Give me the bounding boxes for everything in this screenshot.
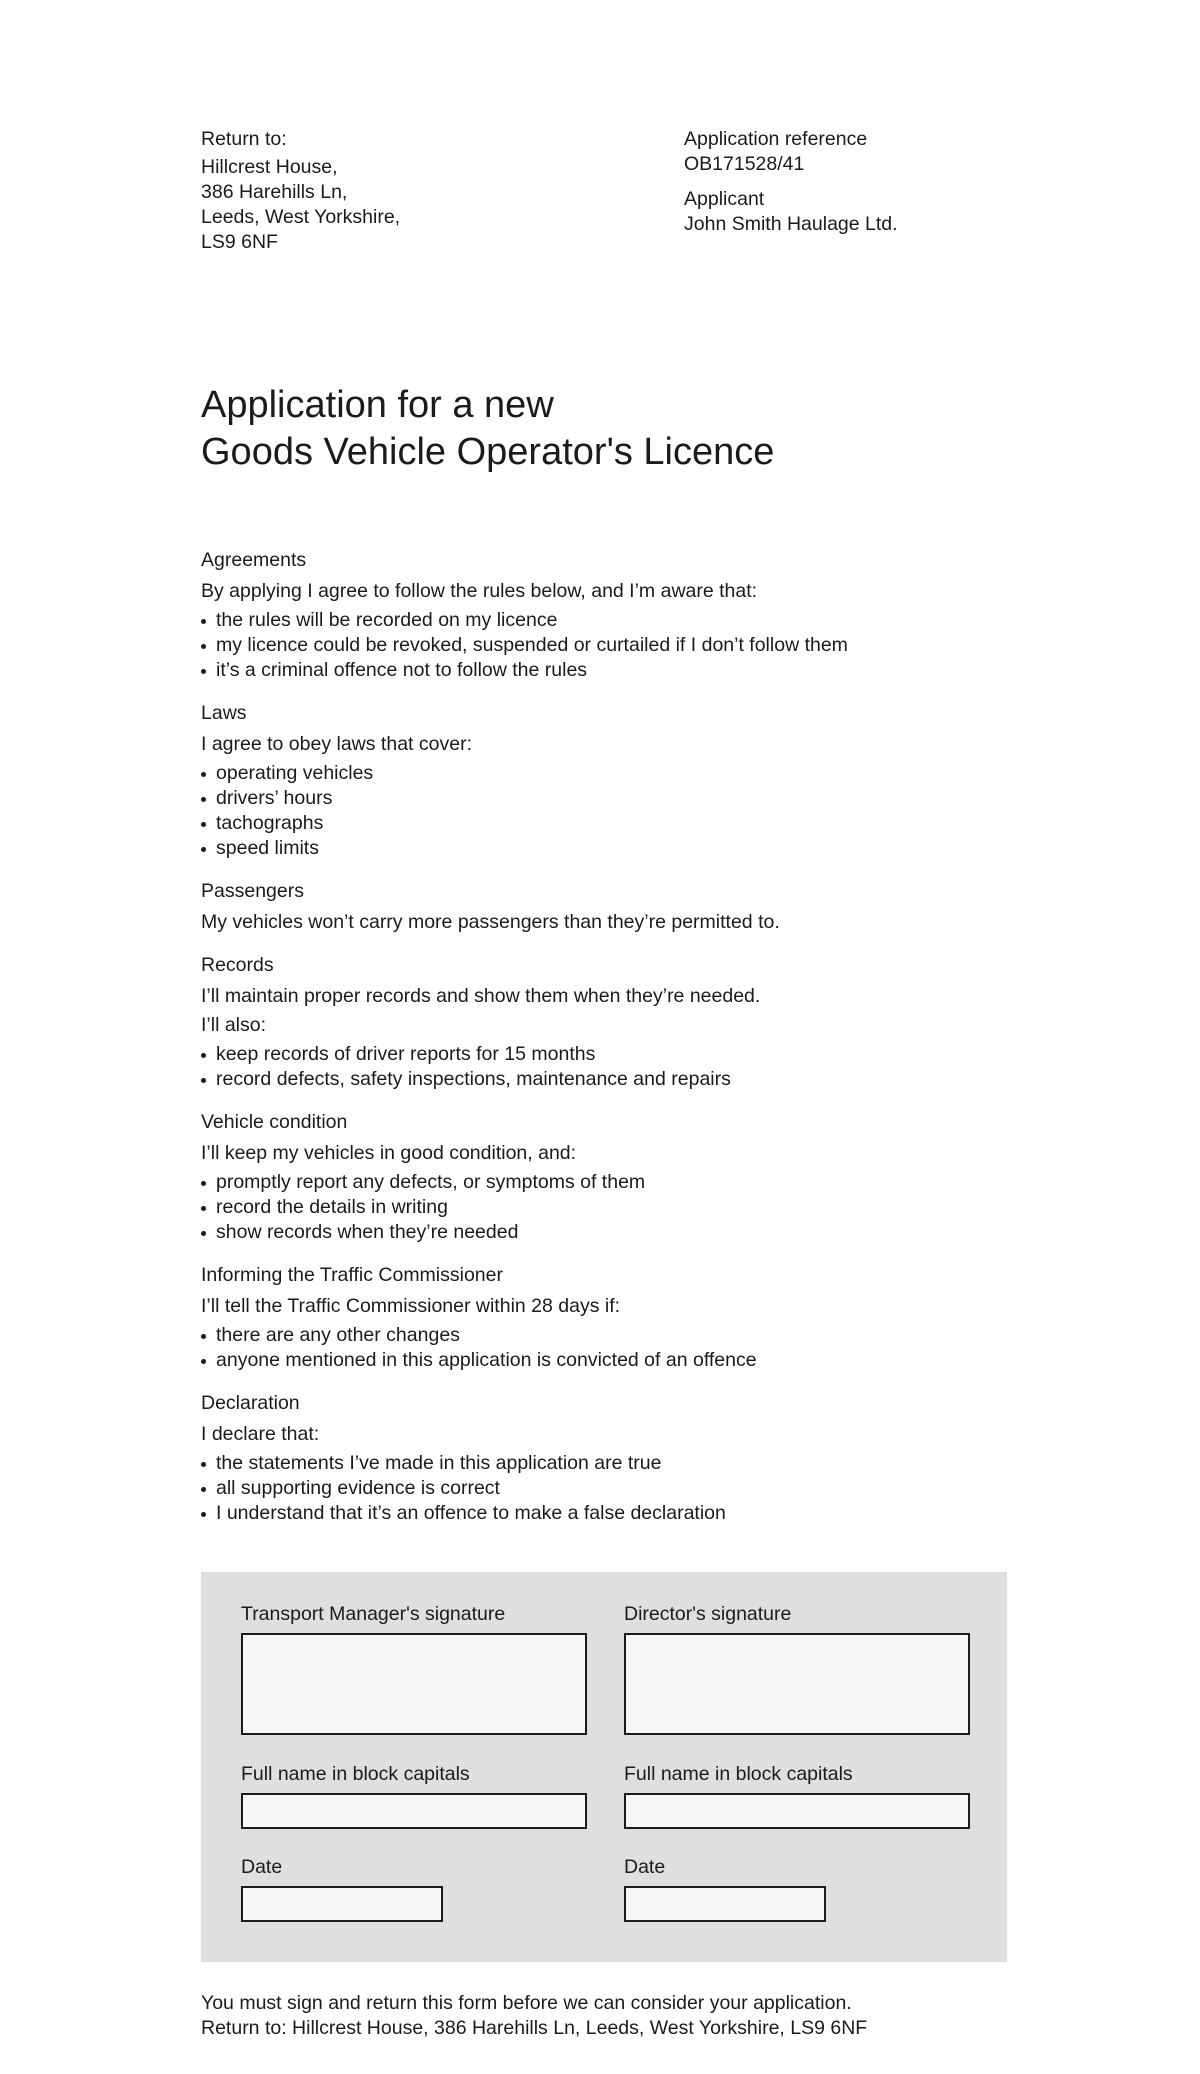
return-address: Hillcrest House, 386 Harehills Ln, Leeds… xyxy=(201,155,621,255)
page-title-line1: Application for a new xyxy=(201,384,554,426)
page-title-line2: Goods Vehicle Operator's Licence xyxy=(201,431,775,473)
section-declaration: Declaration I declare that: the statemen… xyxy=(201,1391,1007,1526)
director-name-field[interactable] xyxy=(624,1793,970,1829)
list-item: operating vehicles xyxy=(201,761,1007,786)
director-name-label: Full name in block capitals xyxy=(624,1763,853,1785)
director-signature-field[interactable] xyxy=(624,1633,970,1735)
bullet-list: promptly report any defects, or symptoms… xyxy=(201,1170,1007,1245)
footer-line: You must sign and return this form befor… xyxy=(201,1992,852,2014)
transport-manager-signature-label: Transport Manager's signature xyxy=(241,1603,506,1625)
address-line: Hillcrest House, xyxy=(201,156,338,178)
list-item: keep records of driver reports for 15 mo… xyxy=(201,1042,1007,1067)
list-item: promptly report any defects, or symptoms… xyxy=(201,1170,1007,1195)
section-heading: Declaration xyxy=(201,1392,300,1414)
address-line: 386 Harehills Ln, xyxy=(201,181,348,203)
applicant-block: Applicant John Smith Haulage Ltd. xyxy=(684,187,1007,237)
director-signature-label: Director's signature xyxy=(624,1603,792,1625)
section-records: Records I’ll maintain proper records and… xyxy=(201,953,1007,1092)
list-item: all supporting evidence is correct xyxy=(201,1476,1007,1501)
footer-note: You must sign and return this form befor… xyxy=(201,1991,1007,2041)
transport-manager-name-field[interactable] xyxy=(241,1793,587,1829)
list-item: it’s a criminal offence not to follow th… xyxy=(201,658,1007,683)
section-heading: Informing the Traffic Commissioner xyxy=(201,1264,503,1286)
director-date-field[interactable] xyxy=(624,1886,826,1922)
transport-manager-column: Transport Manager's signature Full name … xyxy=(241,1602,587,1922)
list-item: record defects, safety inspections, main… xyxy=(201,1067,1007,1092)
list-item: my licence could be revoked, suspended o… xyxy=(201,633,1007,658)
transport-manager-signature-field[interactable] xyxy=(241,1633,587,1735)
section-heading: Vehicle condition xyxy=(201,1111,348,1133)
section-passengers: Passengers My vehicles won’t carry more … xyxy=(201,879,1007,935)
list-item: there are any other changes xyxy=(201,1323,1007,1348)
section-vehicle-condition: Vehicle condition I’ll keep my vehicles … xyxy=(201,1110,1007,1245)
section-intro: By applying I agree to follow the rules … xyxy=(201,580,758,602)
list-item: show records when they’re needed xyxy=(201,1220,1007,1245)
section-intro: I agree to obey laws that cover: xyxy=(201,733,472,755)
list-item: anyone mentioned in this application is … xyxy=(201,1348,1007,1373)
return-address-block: Return to: Hillcrest House, 386 Harehill… xyxy=(201,127,621,255)
reference-value: OB171528/41 xyxy=(684,153,805,175)
list-item: tachographs xyxy=(201,811,1007,836)
director-column: Director's signature Full name in block … xyxy=(624,1602,970,1922)
bullet-list: the rules will be recorded on my licence… xyxy=(201,608,1007,683)
footer-line: Return to: Hillcrest House, 386 Harehill… xyxy=(201,2017,868,2039)
address-line: Leeds, West Yorkshire, xyxy=(201,206,401,228)
application-details: Application reference OB171528/41 Applic… xyxy=(684,127,1007,247)
bullet-list: the statements I’ve made in this applica… xyxy=(201,1451,1007,1526)
page-title: Application for a new Goods Vehicle Oper… xyxy=(201,382,1007,476)
list-item: speed limits xyxy=(201,836,1007,861)
list-item: I understand that it’s an offence to mak… xyxy=(201,1501,1007,1526)
list-item: the rules will be recorded on my licence xyxy=(201,608,1007,633)
signature-panel: Transport Manager's signature Full name … xyxy=(201,1572,1007,1962)
section-agreements: Agreements By applying I agree to follow… xyxy=(201,548,1007,683)
bullet-list: keep records of driver reports for 15 mo… xyxy=(201,1042,1007,1092)
applicant-label: Applicant xyxy=(684,188,765,210)
section-heading: Passengers xyxy=(201,880,304,902)
transport-manager-date-label: Date xyxy=(241,1856,283,1878)
section-intro: I declare that: xyxy=(201,1423,320,1445)
address-line: LS9 6NF xyxy=(201,231,278,253)
section-intro-2: I’ll also: xyxy=(201,1014,267,1036)
reference-label: Application reference xyxy=(684,128,868,150)
transport-manager-date-field[interactable] xyxy=(241,1886,443,1922)
section-intro: My vehicles won’t carry more passengers … xyxy=(201,911,780,933)
list-item: drivers’ hours xyxy=(201,786,1007,811)
bullet-list: there are any other changes anyone menti… xyxy=(201,1323,1007,1373)
director-date-label: Date xyxy=(624,1856,666,1878)
terms-sections: Agreements By applying I agree to follow… xyxy=(201,548,1007,1544)
bullet-list: operating vehicles drivers’ hours tachog… xyxy=(201,761,1007,861)
list-item: the statements I’ve made in this applica… xyxy=(201,1451,1007,1476)
section-heading: Agreements xyxy=(201,549,307,571)
list-item: record the details in writing xyxy=(201,1195,1007,1220)
section-heading: Laws xyxy=(201,702,247,724)
section-intro: I’ll tell the Traffic Commissioner withi… xyxy=(201,1295,621,1317)
section-informing: Informing the Traffic Commissioner I’ll … xyxy=(201,1263,1007,1373)
section-intro: I’ll keep my vehicles in good condition,… xyxy=(201,1142,577,1164)
section-heading: Records xyxy=(201,954,274,976)
transport-manager-name-label: Full name in block capitals xyxy=(241,1763,470,1785)
return-label: Return to: xyxy=(201,128,287,150)
reference-block: Application reference OB171528/41 xyxy=(684,127,1007,177)
section-laws: Laws I agree to obey laws that cover: op… xyxy=(201,701,1007,861)
section-intro: I’ll maintain proper records and show th… xyxy=(201,985,761,1007)
applicant-value: John Smith Haulage Ltd. xyxy=(684,213,898,235)
